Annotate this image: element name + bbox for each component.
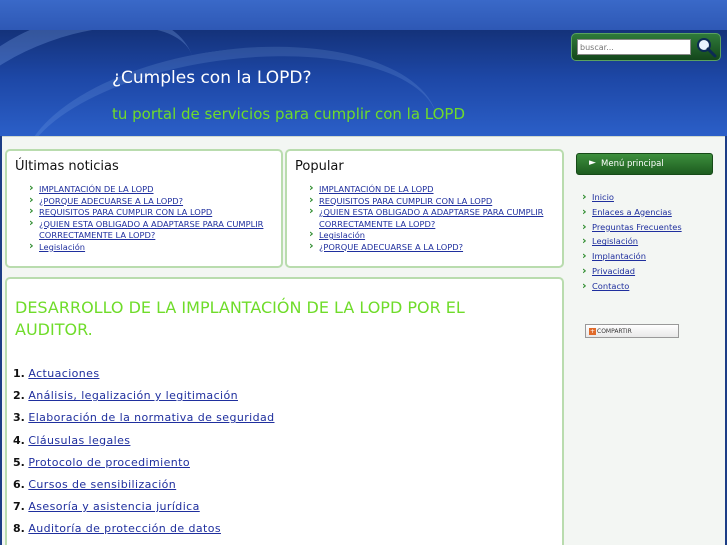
popular-link[interactable]: ¿QUIEN ESTA OBLIGADO A ADAPTARSE PARA CU… <box>319 207 543 229</box>
article-panel: DESARROLLO DE LA IMPLANTACIÓN DE LA LOPD… <box>5 277 564 545</box>
article-title: DESARROLLO DE LA IMPLANTACIÓN DE LA LOPD… <box>15 298 465 339</box>
list-item: 8. Auditoría de protección de datos <box>13 522 275 544</box>
item-number: 8. <box>13 522 25 536</box>
list-item: ¿QUIEN ESTA OBLIGADO A ADAPTARSE PARA CU… <box>309 205 554 230</box>
item-number: 5. <box>13 455 25 469</box>
article-list: 1. Actuaciones 2. Análisis, legalización… <box>13 367 275 545</box>
menu-item: Privacidad <box>582 264 682 281</box>
item-number: 7. <box>13 500 25 514</box>
menu-link-contacto[interactable]: Contacto <box>592 281 629 291</box>
list-item: IMPLANTACIÓN DE LA LOPD <box>29 182 274 196</box>
article-link[interactable]: Asesoría y asistencia jurídica <box>28 500 199 513</box>
list-item: 5. Protocolo de procedimiento <box>13 456 275 478</box>
menu-item: Implantación <box>582 249 682 266</box>
arrow-right-icon: ► <box>589 158 596 168</box>
popular-link[interactable]: REQUISITOS PARA CUMPLIR CON LA LOPD <box>319 196 492 206</box>
latest-news-heading: Últimas noticias <box>15 159 119 174</box>
list-item: ¿QUIEN ESTA OBLIGADO A ADAPTARSE PARA CU… <box>29 217 274 242</box>
news-link[interactable]: REQUISITOS PARA CUMPLIR CON LA LOPD <box>39 207 212 217</box>
article-link[interactable]: Protocolo de procedimiento <box>28 456 190 469</box>
menu-link-implantacion[interactable]: Implantación <box>592 251 646 261</box>
popular-link[interactable]: ¿PORQUE ADECUARSE A LA LOPD? <box>319 242 463 252</box>
main-menu: Inicio Enlaces a Agencias Preguntas Frec… <box>582 190 682 296</box>
list-item: ¿PORQUE ADECUARSE A LA LOPD? <box>29 194 274 208</box>
item-number: 1. <box>13 367 25 380</box>
article-link[interactable]: Auditoría de protección de datos <box>28 522 221 535</box>
search-box <box>571 33 721 61</box>
popular-list: IMPLANTACIÓN DE LA LOPD REQUISITOS PARA … <box>309 182 554 254</box>
top-strip <box>0 0 727 30</box>
list-item: REQUISITOS PARA CUMPLIR CON LA LOPD <box>29 205 274 219</box>
item-number: 6. <box>13 477 25 491</box>
menu-link-privacidad[interactable]: Privacidad <box>592 266 635 276</box>
main-content: Últimas noticias IMPLANTACIÓN DE LA LOPD… <box>2 136 725 545</box>
list-item: 3. Elaboración de la normativa de seguri… <box>13 411 275 433</box>
latest-news-panel: Últimas noticias IMPLANTACIÓN DE LA LOPD… <box>5 149 283 268</box>
list-item: Legislación <box>29 240 274 254</box>
list-item: 6. Cursos de sensibilización <box>13 478 275 500</box>
list-item: IMPLANTACIÓN DE LA LOPD <box>309 182 554 196</box>
popular-heading: Popular <box>295 159 344 174</box>
menu-link-legislacion[interactable]: Legislación <box>592 236 638 246</box>
search-input[interactable] <box>577 39 691 55</box>
site-header: ¿Cumples con la LOPD? tu portal de servi… <box>0 30 727 136</box>
article-link[interactable]: Elaboración de la normativa de seguridad <box>28 411 274 424</box>
latest-news-list: IMPLANTACIÓN DE LA LOPD ¿PORQUE ADECUARS… <box>29 182 274 254</box>
list-item: 7. Asesoría y asistencia jurídica <box>13 500 275 522</box>
menu-item: Inicio <box>582 190 682 207</box>
menu-link-preguntas[interactable]: Preguntas Frecuentes <box>592 222 682 232</box>
article-link[interactable]: Cláusulas legales <box>28 434 130 447</box>
menu-item: Contacto <box>582 279 682 296</box>
news-link[interactable]: ¿QUIEN ESTA OBLIGADO A ADAPTARSE PARA CU… <box>39 219 263 241</box>
list-item: 4. Cláusulas legales <box>13 434 275 456</box>
menu-link-inicio[interactable]: Inicio <box>592 192 614 202</box>
news-link[interactable]: ¿PORQUE ADECUARSE A LA LOPD? <box>39 196 183 206</box>
item-number: 4. <box>13 433 25 447</box>
article-link[interactable]: Cursos de sensibilización <box>28 478 176 491</box>
site-tagline: tu portal de servicios para cumplir con … <box>112 105 466 123</box>
news-link[interactable]: IMPLANTACIÓN DE LA LOPD <box>39 184 154 194</box>
list-item: ¿PORQUE ADECUARSE A LA LOPD? <box>309 240 554 254</box>
site-title: ¿Cumples con la LOPD? <box>112 68 312 88</box>
share-label: COMPARTIR <box>597 328 632 335</box>
menu-item: Enlaces a Agencias <box>582 205 682 222</box>
list-item: 2. Análisis, legalización y legitimación <box>13 389 275 411</box>
search-button[interactable] <box>695 36 717 58</box>
main-menu-header: ► Menú principal <box>576 153 713 175</box>
popular-link[interactable]: Legislación <box>319 230 365 240</box>
main-menu-title: Menú principal <box>601 159 664 169</box>
list-item: 1. Actuaciones <box>13 367 275 389</box>
article-link[interactable]: Análisis, legalización y legitimación <box>28 389 238 402</box>
popular-link[interactable]: IMPLANTACIÓN DE LA LOPD <box>319 184 434 194</box>
plus-icon: + <box>589 328 596 335</box>
popular-panel: Popular IMPLANTACIÓN DE LA LOPD REQUISIT… <box>285 149 564 268</box>
item-number: 3. <box>13 411 25 425</box>
menu-link-enlaces[interactable]: Enlaces a Agencias <box>592 207 672 217</box>
news-link[interactable]: Legislación <box>39 242 85 252</box>
share-button[interactable]: + COMPARTIR <box>585 324 679 338</box>
item-number: 2. <box>13 389 25 403</box>
list-item: REQUISITOS PARA CUMPLIR CON LA LOPD <box>309 194 554 208</box>
list-item: Legislación <box>309 228 554 242</box>
menu-item: Legislación <box>582 234 682 251</box>
article-link[interactable]: Actuaciones <box>28 367 99 380</box>
search-icon <box>697 38 717 58</box>
menu-item: Preguntas Frecuentes <box>582 220 682 237</box>
